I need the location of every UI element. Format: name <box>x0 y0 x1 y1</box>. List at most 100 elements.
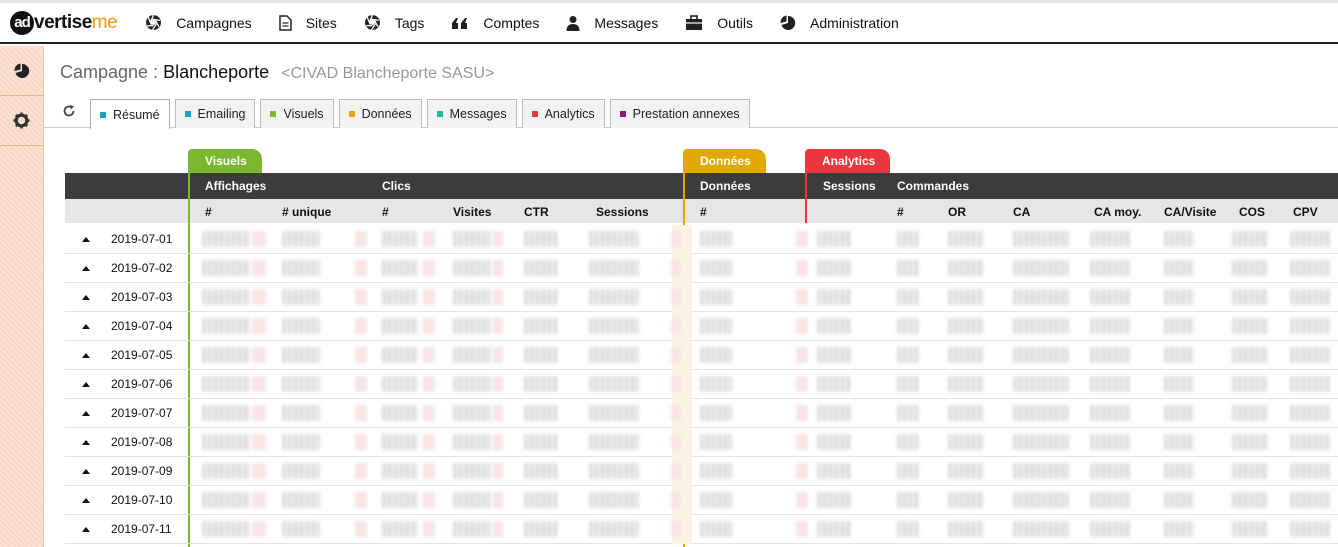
obscured-value <box>453 492 491 508</box>
obscured-marker <box>671 521 681 537</box>
obscured-value <box>700 434 732 450</box>
obscured-value <box>1164 260 1194 276</box>
obscured-marker <box>493 347 503 363</box>
row-date: 2019-07-07 <box>111 406 173 420</box>
col-affichages: Affichages <box>205 179 267 193</box>
obscured-marker <box>493 405 503 421</box>
tab-color-marker <box>348 111 355 117</box>
obscured-value <box>817 347 851 363</box>
col-clics: Clics <box>382 179 411 193</box>
obscured-value <box>453 434 491 450</box>
expand-arrow-icon[interactable] <box>82 353 90 358</box>
expand-arrow-icon[interactable] <box>82 295 90 300</box>
tab-label: Visuels <box>283 107 324 121</box>
obscured-marker <box>252 463 266 479</box>
obscured-value <box>1013 289 1069 305</box>
tab-emailing[interactable]: Emailing <box>174 99 256 128</box>
obscured-marker <box>355 260 367 276</box>
obscured-value <box>1290 434 1330 450</box>
obscured-value <box>382 376 418 392</box>
obscured-marker <box>423 260 435 276</box>
obscured-marker <box>493 231 503 247</box>
expand-arrow-icon[interactable] <box>82 498 90 503</box>
page-title: Campagne : Blancheporte <CIVAD Blanchepor… <box>60 62 495 82</box>
table-row[interactable]: 2019-07-03 <box>65 283 1338 312</box>
table-row[interactable]: 2019-07-11 <box>65 515 1338 544</box>
obscured-marker <box>423 318 435 334</box>
nav-item-messages[interactable]: Messages <box>566 8 658 38</box>
table-row[interactable]: 2019-07-10 <box>65 486 1338 515</box>
nav-item-tags[interactable]: Tags <box>364 8 424 38</box>
expand-arrow-icon[interactable] <box>82 527 90 532</box>
pie-chart-icon <box>780 15 810 31</box>
obscured-value <box>282 434 320 450</box>
expand-arrow-icon[interactable] <box>82 237 90 242</box>
obscured-marker <box>493 434 503 450</box>
obscured-value <box>202 492 250 508</box>
obscured-marker <box>671 492 681 508</box>
table-row[interactable]: 2019-07-05 <box>65 341 1338 370</box>
tab-données[interactable]: Données <box>338 99 422 128</box>
briefcase-icon <box>685 14 717 31</box>
sidebar-settings-button[interactable] <box>0 96 43 146</box>
obscured-value <box>817 231 851 247</box>
nav-item-sites[interactable]: Sites <box>278 8 337 38</box>
obscured-value <box>589 231 639 247</box>
row-date: 2019-07-06 <box>111 377 173 391</box>
expand-arrow-icon[interactable] <box>82 382 90 387</box>
expand-arrow-icon[interactable] <box>82 440 90 445</box>
expand-arrow-icon[interactable] <box>82 469 90 474</box>
tab-messages[interactable]: Messages <box>426 99 517 128</box>
sidebar-dashboard-button[interactable] <box>0 46 43 96</box>
obscured-marker <box>671 434 681 450</box>
expand-arrow-icon[interactable] <box>82 411 90 416</box>
obscured-value <box>1290 289 1330 305</box>
col-donnees: Données <box>700 179 751 193</box>
obscured-value <box>1232 463 1268 479</box>
obscured-value <box>282 521 320 537</box>
table-row[interactable]: 2019-07-06 <box>65 370 1338 399</box>
table-row[interactable]: 2019-07-09 <box>65 457 1338 486</box>
col-ctr: CTR <box>524 205 549 219</box>
refresh-button[interactable] <box>62 104 76 123</box>
obscured-marker <box>671 231 681 247</box>
obscured-value <box>1090 260 1130 276</box>
tab-analytics[interactable]: Analytics <box>521 99 605 128</box>
tab-prestation-annexes[interactable]: Prestation annexes <box>609 99 750 128</box>
obscured-value <box>948 318 984 334</box>
nav-item-administration[interactable]: Administration <box>780 8 899 38</box>
obscured-marker <box>671 260 681 276</box>
nav-item-campagnes[interactable]: Campagnes <box>145 8 252 38</box>
obscured-marker <box>355 492 367 508</box>
obscured-value <box>453 347 491 363</box>
expand-arrow-icon[interactable] <box>82 266 90 271</box>
col-sessions-visuels: Sessions <box>596 205 649 219</box>
table-row[interactable]: 2019-07-07 <box>65 399 1338 428</box>
pie-chart-icon <box>13 63 29 78</box>
obscured-value <box>524 521 558 537</box>
table-row[interactable]: 2019-07-01 <box>65 225 1338 254</box>
tab-résumé[interactable]: Résumé <box>90 99 170 129</box>
expand-arrow-icon[interactable] <box>82 324 90 329</box>
obscured-value <box>282 231 320 247</box>
row-date: 2019-07-10 <box>111 493 173 507</box>
advertiseme-logo[interactable]: ad vertise me <box>10 8 118 38</box>
obscured-value <box>282 492 320 508</box>
obscured-value <box>202 521 250 537</box>
obscured-value <box>589 318 639 334</box>
tab-visuels[interactable]: Visuels <box>260 99 334 128</box>
nav-item-outils[interactable]: Outils <box>685 8 753 38</box>
obscured-value <box>1290 463 1330 479</box>
col-cos: COS <box>1239 205 1266 219</box>
table-row[interactable]: 2019-07-02 <box>65 254 1338 283</box>
nav-item-comptes[interactable]: Comptes <box>451 8 539 38</box>
row-date: 2019-07-02 <box>111 261 173 275</box>
table-row[interactable]: 2019-07-08 <box>65 428 1338 457</box>
obscured-value <box>1013 376 1069 392</box>
col-ca-visite: CA/Visite <box>1164 205 1217 219</box>
obscured-value <box>589 405 639 421</box>
obscured-value <box>382 347 418 363</box>
obscured-marker <box>252 492 266 508</box>
user-icon <box>566 15 594 31</box>
table-row[interactable]: 2019-07-04 <box>65 312 1338 341</box>
